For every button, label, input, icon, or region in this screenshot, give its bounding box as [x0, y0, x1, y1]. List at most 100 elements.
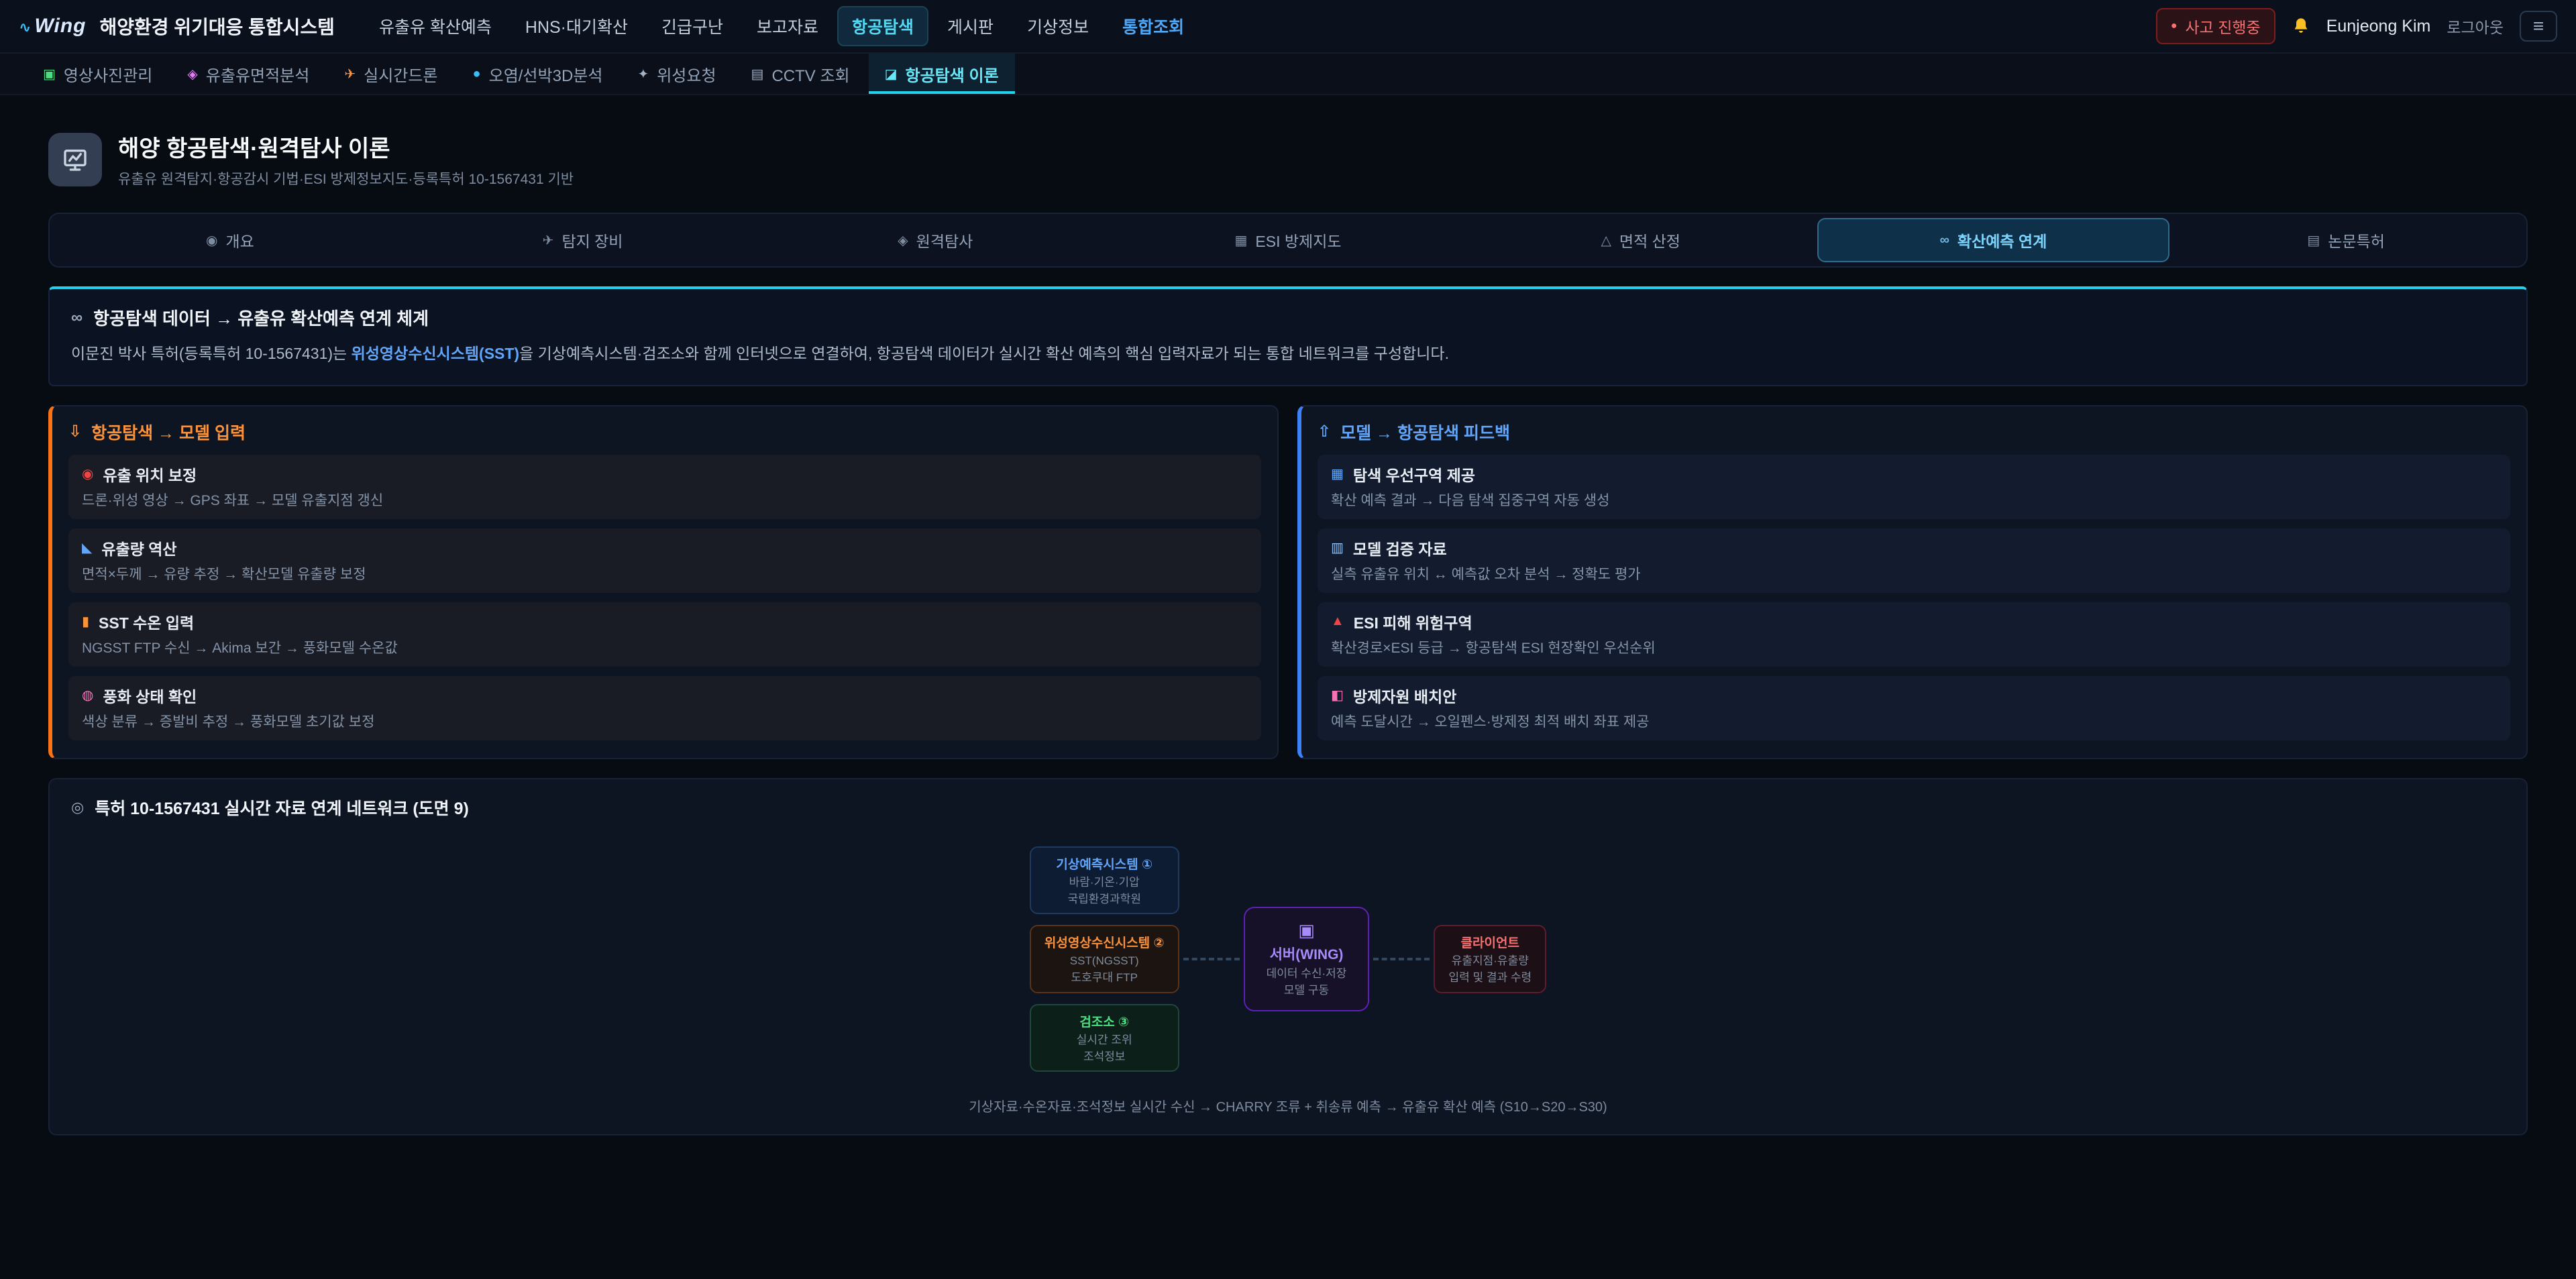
item-desc: 확산 예측 결과 → 다음 탐색 집중구역 자동 생성 [1331, 490, 2497, 510]
subnav-cctv-view[interactable]: ▤ CCTV 조회 [735, 54, 866, 94]
subnav-label: 위성요청 [657, 62, 716, 86]
data-source-column: 기상예측시스템 ① 바람·기온·기압 국립환경과학원 위성영상수신시스템 ② S… [1030, 846, 1179, 1072]
main-nav: 유출유 확산예측 HNS·대기확산 긴급구난 보고자료 항공탐색 게시판 기상정… [364, 6, 1199, 46]
link-text-highlight: 위성영상수신시스템(SST) [352, 345, 520, 362]
nav-emergency-rescue[interactable]: 긴급구난 [647, 6, 738, 46]
incident-dot-icon: ● [2171, 21, 2178, 32]
hamburger-menu-button[interactable]: ≡ [2520, 11, 2557, 42]
connector-server-to-client [1373, 958, 1430, 960]
network-diagram: 기상예측시스템 ① 바람·기온·기압 국립환경과학원 위성영상수신시스템 ② S… [71, 846, 2505, 1072]
palette-icon: ◍ [82, 687, 93, 704]
tab-label: ESI 방제지도 [1255, 229, 1341, 252]
node-line: 조석정보 [1044, 1050, 1165, 1064]
model-input-card-title: ⇩항공탐색 → 모델 입력 [68, 420, 1261, 444]
cctv-icon: ▤ [751, 66, 764, 82]
tab-remote-sensing[interactable]: ◈원격탐사 [759, 218, 1112, 262]
tab-forecast-link[interactable]: ∞확산예측 연계 [1817, 218, 2170, 262]
forecast-link-icon: ∞ [1940, 233, 1949, 248]
satellite-request-icon: ✦ [637, 66, 649, 82]
notification-bell-icon[interactable] [2292, 17, 2310, 36]
item-desc: 확산경로×ESI 등급 → 항공탐색 ESI 현장확인 우선순위 [1331, 637, 2497, 657]
outbox-icon: ⇧ [1318, 422, 1331, 441]
item-title-text: 유출량 역산 [101, 537, 176, 559]
subnav-label: 영상사진관리 [64, 62, 152, 86]
item-title: ◧방제자원 배치안 [1331, 684, 2497, 707]
subnav-label: 오염/선박3D분석 [489, 62, 603, 86]
node-weather-system: 기상예측시스템 ① 바람·기온·기압 국립환경과학원 [1030, 846, 1179, 915]
node-title: 위성영상수신시스템 ② [1044, 933, 1165, 951]
model-input-card: ⇩항공탐색 → 모델 입력 ◉유출 위치 보정 드론·위성 영상 → GPS 좌… [48, 405, 1279, 759]
nav-integrated-search[interactable]: 통합조회 [1108, 6, 1199, 46]
theory-tab-bar: ◉개요 ✈탐지 장비 ◈원격탐사 ▦ESI 방제지도 △ 면적 산정 ∞확산예측 … [48, 213, 2528, 268]
app-logo[interactable]: ∿Wing [19, 15, 86, 38]
item-title-text: 방제자원 배치안 [1353, 684, 1457, 707]
detection-equipment-icon: ✈ [543, 232, 554, 249]
model-feedback-card: ⇧모델 → 항공탐색 피드백 ▦탐색 우선구역 제공 확산 예측 결과 → 다음… [1297, 405, 2528, 759]
item-title-text: 탐색 우선구역 제공 [1353, 463, 1475, 486]
tab-label: 논문특허 [2328, 229, 2385, 252]
user-name[interactable]: Eunjeong Kim [2326, 17, 2431, 36]
tab-area-calculation[interactable]: △ 면적 산정 [1464, 218, 1817, 262]
nav-reports[interactable]: 보고자료 [742, 6, 833, 46]
logout-button[interactable]: 로그아웃 [2447, 15, 2504, 38]
node-client: 클라이언트 유출지점·유출량 입력 및 결과 수령 [1434, 925, 1546, 993]
network-panel-title: ◎ 특허 10-1567431 실시간 자료 연계 네트워크 (도면 9) [71, 795, 2505, 820]
top-bar-right: ● 사고 진행중 Eunjeong Kim 로그아웃 ≡ [2156, 8, 2557, 44]
area-calculation-icon: △ [1601, 232, 1611, 249]
item-title-text: ESI 피해 위험구역 [1354, 610, 1472, 633]
link-icon: ∞ [71, 309, 83, 327]
nav-hns-dispersion[interactable]: HNS·대기확산 [511, 6, 643, 46]
link-banner-text: 이문진 박사 특허(등록특허 10-1567431)는 위성영상수신시스템(SS… [71, 342, 2505, 366]
node-title: 클라이언트 [1448, 933, 1532, 951]
node-title: 서버(WING) [1267, 944, 1347, 964]
item-desc: 예측 도달시간 → 오일펜스·방제정 최적 배치 좌표 제공 [1331, 711, 2497, 731]
nav-board[interactable]: 게시판 [932, 6, 1008, 46]
node-line: 도호쿠대 FTP [1044, 970, 1165, 985]
feedback-item-priority-zone: ▦탐색 우선구역 제공 확산 예측 결과 → 다음 탐색 집중구역 자동 생성 [1318, 455, 2510, 519]
tab-esi-map[interactable]: ▦ESI 방제지도 [1112, 218, 1464, 262]
page-header: 해양 항공탐색·원격탐사 이론 유출유 원격탐지·항공감시 기법·ESI 방제정… [48, 130, 2528, 188]
sub-nav: ▣ 영상사진관리 ◈유출유면적분석 ✈실시간드론 ●오염/선박3D분석 ✦ 위성요청… [0, 54, 2576, 95]
link-banner-title-text: 항공탐색 데이터 → 유출유 확산예측 연계 체계 [93, 305, 429, 330]
subnav-label: CCTV 조회 [771, 62, 849, 86]
incident-label: 사고 진행중 [2186, 15, 2261, 38]
main-content: 해양 항공탐색·원격탐사 이론 유출유 원격탐지·항공감시 기법·ESI 방제정… [0, 95, 2576, 1189]
incident-status-badge[interactable]: ● 사고 진행중 [2156, 8, 2275, 44]
item-title-text: 풍화 상태 확인 [103, 684, 197, 707]
node-title: 검조소 ③ [1044, 1012, 1165, 1030]
tab-label: 면적 산정 [1619, 229, 1680, 252]
image-management-icon: ▣ [43, 66, 56, 82]
item-title: ▮SST 수온 입력 [82, 610, 1248, 633]
subnav-image-management[interactable]: ▣ 영상사진관리 [27, 54, 168, 94]
item-title: ◣유출량 역산 [82, 537, 1248, 559]
page-subtitle: 유출유 원격탐지·항공감시 기법·ESI 방제정보지도·등록특허 10-1567… [118, 168, 574, 188]
tab-papers-patents[interactable]: ▤ 논문특허 [2169, 218, 2522, 262]
page-title-block: 해양 항공탐색·원격탐사 이론 유출유 원격탐지·항공감시 기법·ESI 방제정… [118, 130, 574, 188]
remote-sensing-icon: ◈ [898, 232, 908, 249]
page-chart-icon [48, 133, 102, 186]
inbox-icon: ⇩ [68, 422, 82, 441]
node-line: 실시간 조위 [1044, 1033, 1165, 1047]
tab-overview[interactable]: ◉개요 [54, 218, 407, 262]
pin-icon: ◉ [82, 465, 93, 482]
node-line: 유출지점·유출량 [1448, 954, 1532, 968]
subnav-satellite-request[interactable]: ✦ 위성요청 [621, 54, 732, 94]
bar-chart-icon: ▥ [1331, 539, 1344, 556]
subnav-pollution-ship-3d[interactable]: ●오염/선박3D분석 [457, 54, 619, 94]
nav-weather-info[interactable]: 기상정보 [1012, 6, 1104, 46]
subnav-oil-area-analysis[interactable]: ◈유출유면적분석 [171, 54, 325, 94]
io-cards: ⇩항공탐색 → 모델 입력 ◉유출 위치 보정 드론·위성 영상 → GPS 좌… [48, 405, 2528, 759]
node-line: SST(NGSST) [1044, 954, 1165, 968]
papers-patents-icon: ▤ [2307, 232, 2320, 249]
connector-sources-to-server [1183, 958, 1240, 960]
subnav-realtime-drone[interactable]: ✈실시간드론 [328, 54, 453, 94]
tab-detection-equipment[interactable]: ✈탐지 장비 [407, 218, 759, 262]
nav-aerial-search[interactable]: 항공탐색 [837, 6, 928, 46]
nav-spill-forecast[interactable]: 유출유 확산예측 [364, 6, 506, 46]
input-item-weathering-state: ◍풍화 상태 확인 색상 분류 → 증발비 추정 → 풍화모델 초기값 보정 [68, 676, 1261, 740]
item-desc: 드론·위성 영상 → GPS 좌표 → 모델 유출지점 갱신 [82, 490, 1248, 510]
network-title-text: 특허 10-1567431 실시간 자료 연계 네트워크 (도면 9) [95, 795, 469, 820]
antenna-icon: ◎ [71, 799, 84, 816]
feedback-item-model-validation: ▥모델 검증 자료 실측 유출유 위치 ↔ 예측값 오차 분석 → 정확도 평가 [1318, 529, 2510, 593]
subnav-aerial-search-theory[interactable]: ◪항공탐색 이론 [869, 54, 1015, 94]
